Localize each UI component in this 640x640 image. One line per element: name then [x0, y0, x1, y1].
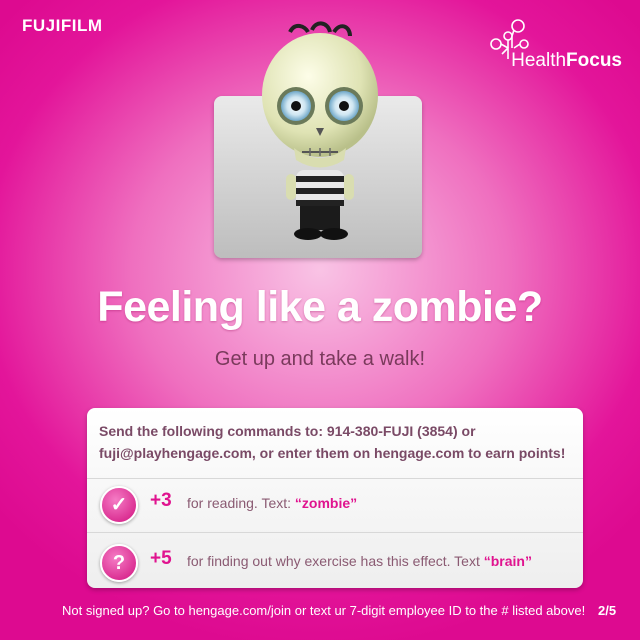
- question-icon: ?: [100, 544, 138, 582]
- health-focus-logo-icon: [490, 19, 529, 59]
- subheadline: Get up and take a walk!: [214, 348, 426, 370]
- list-item-exercise: ? +5 for finding out why exercise has th…: [87, 536, 583, 588]
- zombie-illustration: [262, 21, 378, 240]
- footer-text: Not signed up? Go to hengage.com/join or…: [62, 603, 586, 618]
- divider: [87, 532, 583, 533]
- health-focus-wordmark: HealthFocus: [511, 50, 622, 71]
- instructions-text: Send the following commands to: 914-380-…: [99, 423, 566, 461]
- points-value: +3: [150, 490, 172, 511]
- list-item-reading: ✓ +3 for reading. Text: “zombie”: [87, 478, 583, 530]
- page-indicator: 2/5: [598, 603, 617, 618]
- headline: Feeling like a zombie?: [97, 283, 543, 331]
- checkmark-icon: ✓: [100, 486, 138, 524]
- points-value: +5: [150, 548, 172, 569]
- instructions-panel: Send the following commands to: 914-380-…: [87, 408, 583, 588]
- item-description: for finding out why exercise has this ef…: [187, 553, 532, 569]
- fujifilm-logo: FUJIFILM: [22, 16, 103, 35]
- item-description: for reading. Text: “zombie”: [187, 495, 358, 511]
